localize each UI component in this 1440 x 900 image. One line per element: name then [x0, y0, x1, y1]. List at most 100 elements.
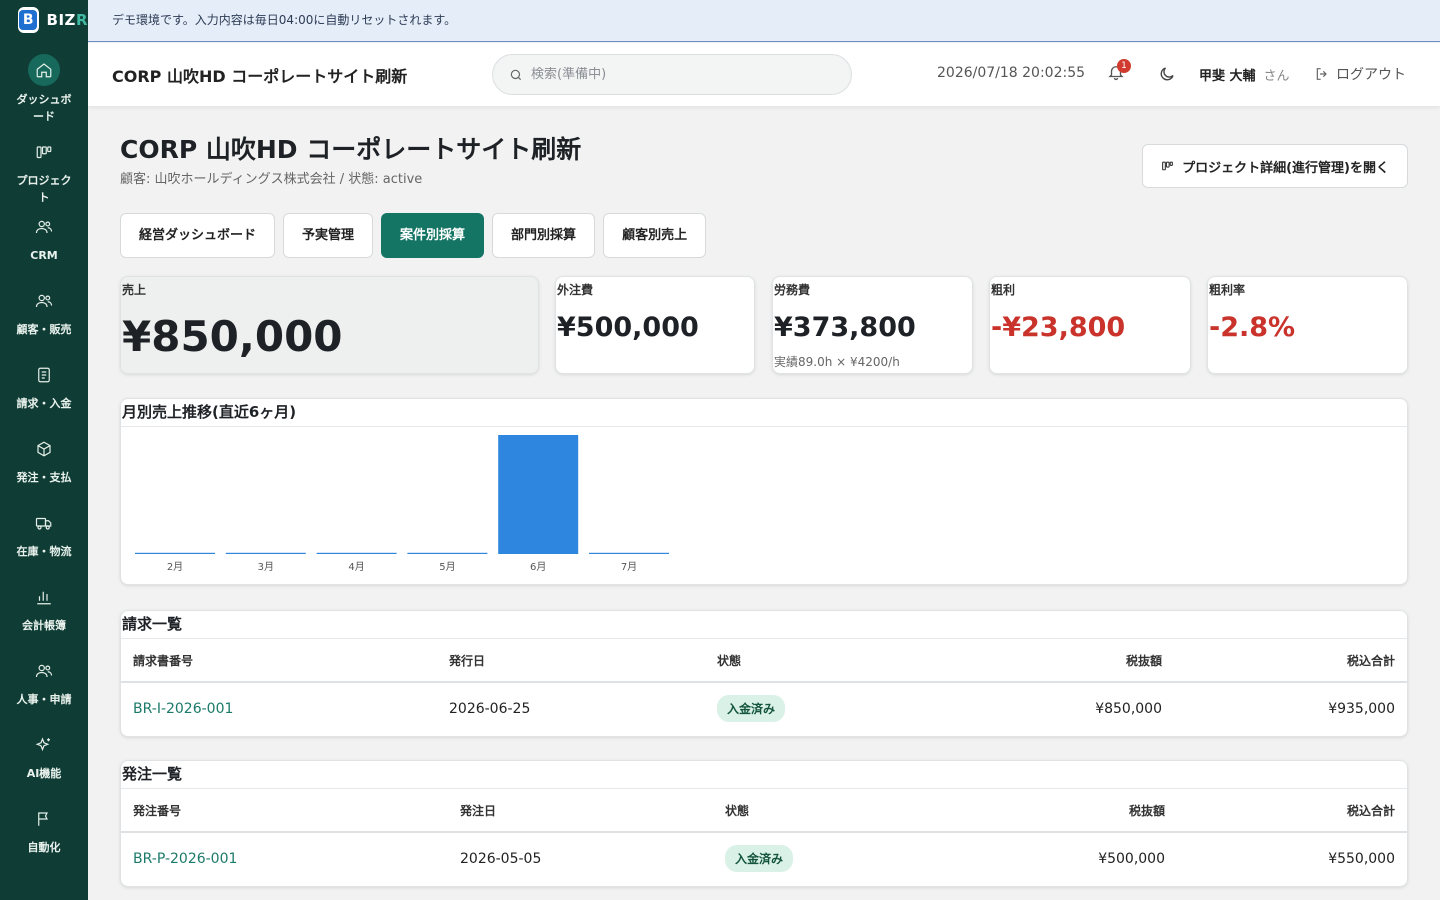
- kpi-labor: 労務費 ¥373,800 実績89.0h × ¥4200/h: [772, 276, 973, 374]
- column-header: 請求書番号: [121, 639, 437, 683]
- chart-bar-6[interactable]: [589, 552, 669, 554]
- header-title: CORP 山吹HD コーポレートサイト刷新: [112, 67, 408, 86]
- kpi-cards: 売上 ¥850,000 外注費 ¥500,000 労務費 ¥373,800 実績…: [120, 276, 1408, 374]
- kpi-gross-profit: 粗利 -¥23,800: [989, 276, 1191, 374]
- sparkles-icon: [29, 730, 59, 760]
- tab-customer-sales[interactable]: 顧客別売上: [603, 213, 707, 258]
- search-input[interactable]: [531, 67, 811, 82]
- home-icon: [28, 54, 60, 86]
- logout-label: ログアウト: [1336, 67, 1406, 83]
- column-header: 税込合計: [1174, 639, 1407, 683]
- purchase-order-date: 2026-05-05: [460, 850, 542, 867]
- kpi-outsourcing: 外注費 ¥500,000: [555, 276, 755, 374]
- purchase-order-table: 発注番号 発注日 状態 税抜額 税込合計 BR-P-2026-001 2026-…: [121, 789, 1407, 884]
- tab-department-profitability[interactable]: 部門別採算: [492, 213, 596, 258]
- column-header: 税抜額: [963, 789, 1177, 833]
- bar-chart-icon: [29, 582, 59, 612]
- chart-bar-3[interactable]: [316, 552, 397, 554]
- invoice-list-title: 請求一覧: [121, 611, 1407, 639]
- open-project-detail-button[interactable]: プロジェクト詳細(進行管理)を開く: [1142, 144, 1408, 188]
- chart-title: 月別売上推移(直近6ヶ月): [121, 399, 1407, 427]
- app-logo[interactable]: B BIZR: [18, 6, 88, 34]
- kanban-icon: [29, 138, 59, 167]
- sidebar-item-dashboard[interactable]: ダッシュボード: [0, 48, 88, 132]
- kpi-sales: 売上 ¥850,000: [120, 276, 539, 374]
- users-icon: [29, 656, 59, 686]
- column-header: 状態: [705, 639, 955, 683]
- purchase-order-net-amount: ¥500,000: [1098, 850, 1165, 867]
- tab-management-dashboard[interactable]: 経営ダッシュボード: [120, 213, 276, 258]
- sidebar-item-label: 在庫・物流: [16, 545, 72, 558]
- kanban-icon: [1162, 161, 1174, 170]
- kpi-label: 粗利: [991, 283, 1016, 297]
- purchase-order-number-link[interactable]: BR-P-2026-001: [133, 851, 237, 867]
- sidebar-item-purchasing[interactable]: 発注・支払: [0, 428, 88, 502]
- kpi-value: -¥23,800: [991, 312, 1126, 343]
- kpi-label: 労務費: [774, 283, 811, 297]
- search-box[interactable]: [492, 54, 852, 95]
- status-badge: 入金済み: [725, 845, 794, 872]
- notifications-button[interactable]: 1: [1107, 59, 1131, 85]
- kpi-value: ¥850,000: [122, 312, 343, 361]
- column-header: 発行日: [437, 639, 705, 683]
- kpi-value: ¥373,800: [774, 312, 916, 343]
- theme-toggle-button[interactable]: [1158, 65, 1176, 87]
- tab-budget-actual[interactable]: 予実管理: [283, 213, 374, 258]
- sidebar-item-label: ダッシュボード: [16, 93, 72, 123]
- sidebar-item-crm[interactable]: CRM: [0, 206, 88, 280]
- chart-bar-4[interactable]: [407, 552, 488, 554]
- sidebar-item-customers-sales[interactable]: 顧客・販売: [0, 280, 88, 354]
- kpi-value: ¥500,000: [557, 312, 699, 343]
- invoice-number-link[interactable]: BR-I-2026-001: [133, 701, 233, 717]
- kpi-label: 外注費: [557, 283, 594, 297]
- box-icon: [29, 434, 59, 464]
- invoice-table: 請求書番号 発行日 状態 税抜額 税込合計 BR-I-2026-001 2026…: [121, 639, 1407, 734]
- sidebar-item-projects[interactable]: プロジェクト: [0, 132, 88, 206]
- monthly-sales-chart-card: 月別売上推移(直近6ヶ月) 2月 3月 4月 5月 6月 7月: [120, 398, 1408, 585]
- tab-project-profitability[interactable]: 案件別採算: [381, 213, 485, 258]
- column-header: 税抜額: [955, 639, 1174, 683]
- logout-button[interactable]: ログアウト: [1314, 64, 1406, 84]
- logout-icon: [1316, 68, 1327, 80]
- invoice-gross-amount: ¥935,000: [1328, 700, 1395, 717]
- kpi-note: 実績89.0h × ¥4200/h: [774, 355, 900, 369]
- sidebar-item-hr[interactable]: 人事・申請: [0, 650, 88, 724]
- sidebar-item-automation[interactable]: 自動化: [0, 798, 88, 872]
- user-menu[interactable]: 甲斐 大輔 さん: [1199, 65, 1290, 84]
- chart-bar-1[interactable]: [135, 552, 215, 554]
- notification-badge: 1: [1117, 59, 1131, 73]
- document-icon: [29, 360, 59, 390]
- user-name: 甲斐 大輔: [1199, 69, 1256, 84]
- invoice-net-amount: ¥850,000: [1095, 700, 1162, 717]
- sidebar-item-label: 請求・入金: [16, 397, 72, 410]
- monthly-sales-chart: 2月 3月 4月 5月 6月 7月: [135, 435, 669, 573]
- column-header: 発注日: [448, 789, 713, 833]
- truck-icon: [29, 508, 59, 538]
- chart-bar-5[interactable]: [498, 435, 579, 554]
- sidebar-item-label: 人事・申請: [16, 693, 72, 706]
- column-header: 状態: [713, 789, 963, 833]
- users-icon: [29, 286, 59, 316]
- chart-x-tick-label: 6月: [530, 561, 546, 573]
- column-header: 発注番号: [121, 789, 448, 833]
- purchase-order-list-card: 発注一覧 発注番号 発注日 状態 税抜額 税込合計 BR-P-2026-001 …: [120, 760, 1408, 887]
- chart-x-tick-label: 2月: [167, 561, 183, 573]
- page-subtitle: 顧客: 山吹ホールディングス株式会社 / 状態: active: [120, 172, 423, 187]
- invoice-date: 2026-06-25: [449, 700, 531, 717]
- table-row: BR-P-2026-001 2026-05-05 入金済み ¥500,000 ¥…: [121, 832, 1407, 884]
- chart-bar-2[interactable]: [225, 552, 306, 554]
- logo-text-tail: R: [75, 11, 88, 29]
- sidebar-item-ai[interactable]: AI機能: [0, 724, 88, 798]
- sidebar-item-billing[interactable]: 請求・入金: [0, 354, 88, 428]
- search-icon: [510, 69, 522, 80]
- kpi-gross-margin: 粗利率 -2.8%: [1207, 276, 1408, 374]
- logo-text: BIZ: [46, 11, 76, 29]
- kpi-label: 粗利率: [1209, 283, 1246, 297]
- sidebar-item-accounting[interactable]: 会計帳簿: [0, 576, 88, 650]
- sidebar-item-label: 自動化: [27, 841, 61, 854]
- sidebar-item-inventory[interactable]: 在庫・物流: [0, 502, 88, 576]
- purchase-order-list-title: 発注一覧: [121, 761, 1407, 789]
- flag-icon: [29, 804, 59, 834]
- table-header-row: 発注番号 発注日 状態 税抜額 税込合計: [121, 789, 1407, 833]
- sidebar-nav: ダッシュボード プロジェクト CRM 顧客・販売 請求・入金 発注・支払 在庫・…: [0, 48, 88, 872]
